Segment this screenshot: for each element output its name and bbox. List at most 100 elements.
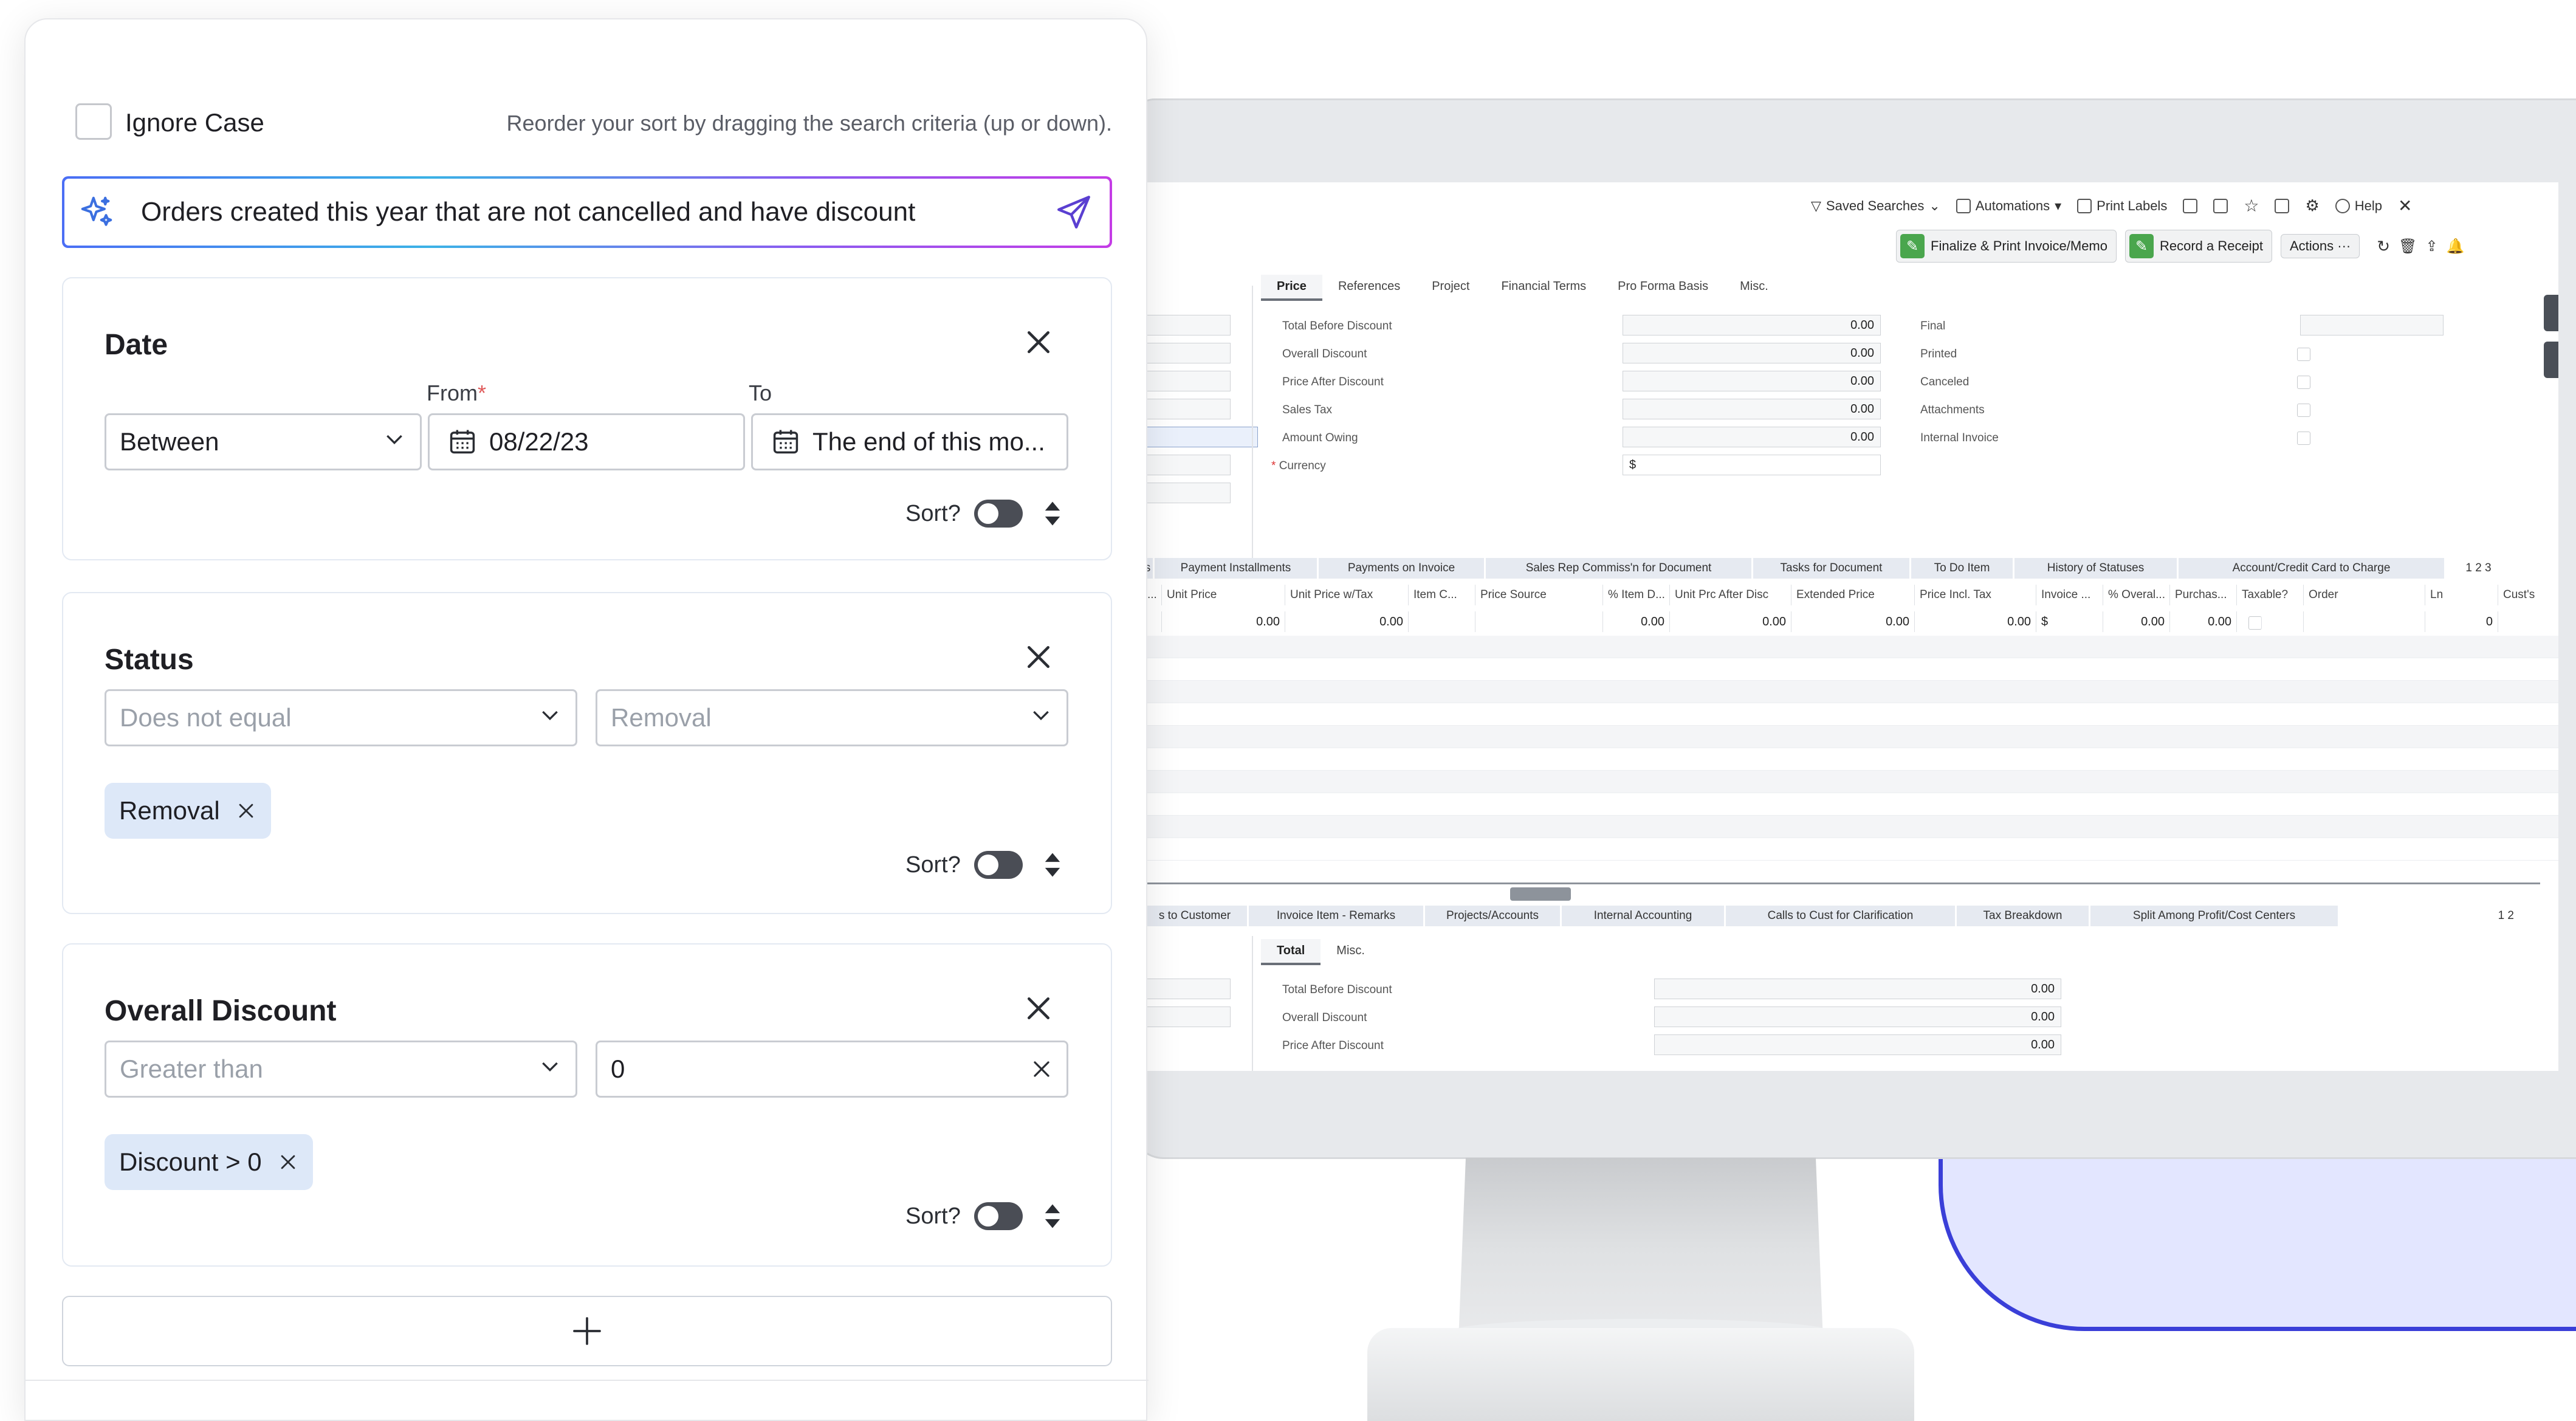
grid-pagination[interactable]: 1 2 3 xyxy=(2446,558,2513,579)
ai-search-input[interactable]: Orders created this year that are not ca… xyxy=(141,197,1054,227)
tab-pro-forma-basis[interactable]: Pro Forma Basis xyxy=(1602,275,1724,301)
tab-misc[interactable]: Misc. xyxy=(1724,275,1784,301)
discount-criterion-card: Overall Discount Greater than 0 Discount… xyxy=(62,943,1112,1267)
date-sort-toggle[interactable] xyxy=(974,500,1023,528)
side-panel-handle[interactable] xyxy=(2544,295,2558,331)
chip-remove-icon[interactable] xyxy=(278,1152,298,1172)
ignore-case-label: Ignore Case xyxy=(125,108,264,137)
bottom-price-after-discount: 0.00 xyxy=(1654,1034,2061,1055)
record-receipt-button[interactable]: ✎ Record a Receipt xyxy=(2125,230,2272,263)
share-icon[interactable]: ⇪ xyxy=(2426,238,2438,255)
grid-tab[interactable]: History of Statuses xyxy=(2014,558,2179,579)
bell-icon[interactable]: 🔔 xyxy=(2447,238,2465,255)
left-field-stub[interactable] xyxy=(1142,399,1231,419)
left-field-stub[interactable] xyxy=(1142,979,1231,999)
ai-search-prompt[interactable]: Orders created this year that are not ca… xyxy=(62,176,1112,248)
saved-searches-button[interactable]: ▽ Saved Searches ⌄ xyxy=(1811,198,1940,214)
grid-tab[interactable]: Sales Rep Commiss'n for Document xyxy=(1486,558,1753,579)
grid-tab[interactable]: Invoice Item - Remarks xyxy=(1249,906,1425,926)
date-operator-select[interactable]: Between xyxy=(105,413,422,470)
refresh-icon[interactable]: ↻ xyxy=(2377,237,2390,256)
left-field-stub[interactable] xyxy=(1142,483,1231,503)
price-after-discount-field: 0.00 xyxy=(1623,371,1881,391)
tab-total[interactable]: Total xyxy=(1261,939,1321,965)
grid-tab[interactable]: To Do Item xyxy=(1911,558,2014,579)
app-toolbar: ▽ Saved Searches ⌄ Automations ▾ Print L… xyxy=(1811,196,2412,216)
tab-references[interactable]: References xyxy=(1322,275,1416,301)
help-button[interactable]: Help xyxy=(2335,198,2382,214)
status-sort-toggle[interactable] xyxy=(974,851,1023,879)
left-field-stub[interactable] xyxy=(1142,343,1231,363)
grid-tab[interactable]: Payments on Invoice xyxy=(1319,558,1486,579)
star-icon[interactable]: ☆ xyxy=(2244,196,2259,216)
grid-tab[interactable]: Payment Installments xyxy=(1155,558,1319,579)
tab-misc-bottom[interactable]: Misc. xyxy=(1321,939,1381,965)
grid-tab[interactable]: s to Customer xyxy=(1142,906,1249,926)
settings-gear-icon[interactable]: ⚙ xyxy=(2305,196,2319,215)
grid-pagination[interactable]: 1 2 xyxy=(2340,906,2516,926)
grid-tab[interactable]: Projects/Accounts xyxy=(1425,906,1562,926)
close-icon[interactable] xyxy=(1022,641,1055,673)
sort-arrows-icon[interactable] xyxy=(1043,852,1062,878)
left-field-stub[interactable] xyxy=(1142,315,1231,335)
tab-financial-terms[interactable]: Financial Terms xyxy=(1485,275,1602,301)
chevron-down-icon xyxy=(382,427,407,457)
help-icon xyxy=(2335,198,2350,213)
close-icon[interactable] xyxy=(1022,326,1055,359)
grid-tab[interactable]: Tasks for Document xyxy=(1753,558,1911,579)
grid-tab[interactable]: Split Among Profit/Cost Centers xyxy=(2090,906,2340,926)
report-icon[interactable] xyxy=(2213,198,2228,213)
status-value-select[interactable]: Removal xyxy=(596,689,1068,746)
discount-value-input[interactable]: 0 xyxy=(596,1041,1068,1098)
splitter-handle[interactable] xyxy=(1510,887,1571,901)
print-labels-button[interactable]: Print Labels xyxy=(2077,198,2167,214)
flag-label: Final xyxy=(1920,320,1946,332)
grid-tab[interactable]: Calls to Cust for Clarification xyxy=(1726,906,1957,926)
grid-view-icon[interactable] xyxy=(2183,198,2198,213)
printed-checkbox[interactable] xyxy=(2297,348,2310,361)
overall-discount-field: 0.00 xyxy=(1623,343,1881,363)
status-title: Status xyxy=(105,644,194,676)
ignore-case-checkbox[interactable] xyxy=(75,103,112,140)
grid-tab[interactable]: Tax Breakdown xyxy=(1957,906,2090,926)
left-field-stub[interactable] xyxy=(1142,371,1231,391)
taxable-checkbox[interactable] xyxy=(2248,616,2262,630)
close-icon[interactable] xyxy=(1022,992,1055,1025)
close-window-icon[interactable]: ✕ xyxy=(2398,196,2412,216)
trash-icon[interactable]: 🗑 xyxy=(2399,238,2417,255)
field-label: Price After Discount xyxy=(1282,376,1384,388)
grid-tab[interactable]: Account/Credit Card to Charge xyxy=(2179,558,2446,579)
tab-project[interactable]: Project xyxy=(1416,275,1485,301)
status-operator-select[interactable]: Does not equal xyxy=(105,689,577,746)
bottom-grid-tabs: s to Customer Invoice Item - Remarks Pro… xyxy=(1142,906,2516,926)
total-before-discount-field: 0.00 xyxy=(1623,315,1881,335)
table-row[interactable]: 0.00 0.00 0.00 0.00 0.00 0.00 $ 0.00 0.0… xyxy=(1142,611,2558,632)
horizontal-scrollbar[interactable] xyxy=(1142,883,2540,884)
bottom-tabs: Total Misc. xyxy=(1261,939,1381,965)
side-panel-handle-2[interactable] xyxy=(2544,342,2558,378)
left-lookup-field[interactable] xyxy=(1142,427,1258,447)
date-from-field[interactable]: 08/22/23 xyxy=(428,413,745,470)
discount-sort-toggle[interactable] xyxy=(974,1202,1023,1230)
currency-label: Currency xyxy=(1279,459,1326,472)
send-icon[interactable] xyxy=(1054,192,1094,232)
date-to-field[interactable]: The end of this mo... xyxy=(751,413,1068,470)
chip-remove-icon[interactable] xyxy=(236,800,256,821)
grid-tab[interactable]: Internal Accounting xyxy=(1562,906,1726,926)
internal-invoice-checkbox[interactable] xyxy=(2297,432,2310,445)
left-field-stub[interactable] xyxy=(1142,1006,1231,1027)
left-field-stub[interactable] xyxy=(1142,455,1231,475)
add-criterion-button[interactable] xyxy=(62,1296,1112,1366)
actions-menu-button[interactable]: Actions ··· xyxy=(2280,234,2360,258)
clear-input-icon[interactable] xyxy=(1030,1058,1053,1081)
canceled-checkbox[interactable] xyxy=(2297,376,2310,389)
automations-button[interactable]: Automations ▾ xyxy=(1956,198,2061,214)
sort-arrows-icon[interactable] xyxy=(1043,1203,1062,1230)
finalize-print-button[interactable]: ✎ Finalize & Print Invoice/Memo xyxy=(1896,230,2117,263)
currency-field[interactable]: $ xyxy=(1623,455,1881,475)
sort-arrows-icon[interactable] xyxy=(1043,500,1062,527)
attachments-checkbox[interactable] xyxy=(2297,404,2310,417)
tab-price[interactable]: Price xyxy=(1261,275,1322,301)
discount-operator-select[interactable]: Greater than xyxy=(105,1041,577,1098)
excel-icon[interactable] xyxy=(2275,198,2290,213)
